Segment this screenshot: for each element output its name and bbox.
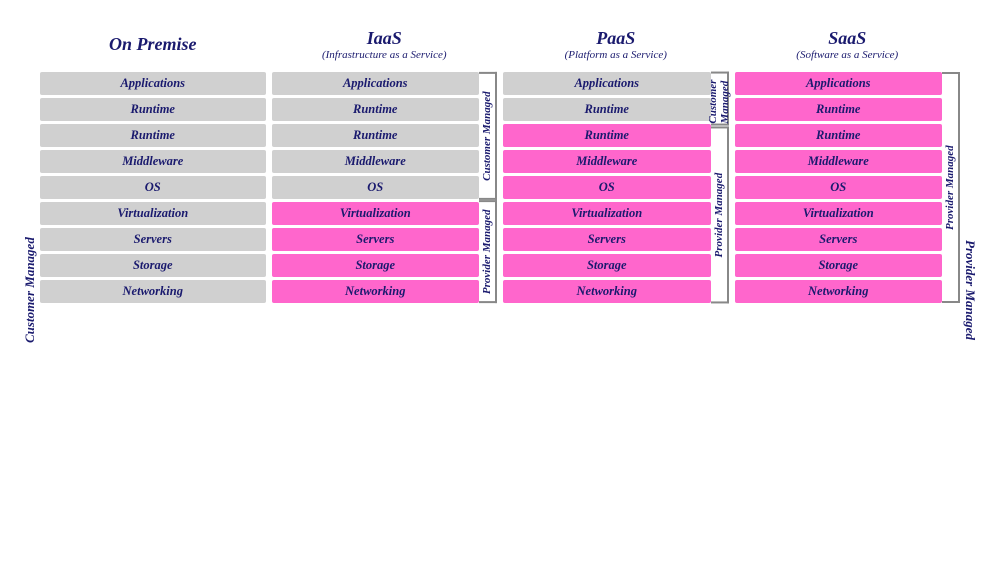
col-title-saas: SaaS — [828, 28, 866, 49]
cell-paas-3: Middleware — [503, 150, 711, 173]
cell-saas-5: Virtualization — [735, 202, 943, 225]
cell-iaas-6: Servers — [272, 228, 480, 251]
cell-iaas-3: Middleware — [272, 150, 480, 173]
cell-paas-7: Storage — [503, 254, 711, 277]
cell-iaas-1: Runtime — [272, 98, 480, 121]
cell-paas-1: Runtime — [503, 98, 711, 121]
col-subtitle-iaas: (Infrastructure as a Service) — [322, 49, 447, 61]
columns-area: On Premise Applications Runtime Runtime Midd… — [40, 22, 960, 558]
stack-iaas: Applications Runtime Runtime Middleware OS Vi… — [272, 72, 480, 303]
cell-on-premise-4: OS — [40, 176, 266, 199]
cell-iaas-0: Applications — [272, 72, 480, 95]
cell-on-premise-5: Virtualization — [40, 202, 266, 225]
cell-iaas-5: Virtualization — [272, 202, 480, 225]
cell-iaas-7: Storage — [272, 254, 480, 277]
left-customer-managed-label: Customer Managed — [20, 22, 40, 558]
col-title-on-premise: On Premise — [109, 34, 197, 55]
column-header-paas: PaaS(Platform as a Service) — [503, 22, 729, 66]
content-area: Customer Managed On Premise Applications R… — [20, 22, 980, 558]
right-provider-managed-label: Provider Managed — [960, 22, 980, 558]
column-wrapper-paas: PaaS(Platform as a Service) Applications R… — [503, 22, 729, 303]
provider-label-iaas: Provider Managed — [479, 200, 497, 303]
cell-on-premise-7: Storage — [40, 254, 266, 277]
cell-on-premise-6: Servers — [40, 228, 266, 251]
cell-paas-4: OS — [503, 176, 711, 199]
column-wrapper-saas: SaaS(Software as a Service) Applications R… — [735, 22, 961, 303]
cell-iaas-2: Runtime — [272, 124, 480, 147]
customer-label-iaas: Customer Managed — [479, 72, 497, 200]
cell-on-premise-2: Runtime — [40, 124, 266, 147]
col-subtitle-paas: (Platform as a Service) — [565, 49, 667, 61]
stack-on-premise: Applications Runtime Runtime Middleware OS Vi… — [40, 72, 266, 303]
cell-paas-6: Servers — [503, 228, 711, 251]
cell-on-premise-1: Runtime — [40, 98, 266, 121]
column-header-saas: SaaS(Software as a Service) — [735, 22, 961, 66]
cell-saas-3: Middleware — [735, 150, 943, 173]
cell-paas-2: Runtime — [503, 124, 711, 147]
cell-saas-6: Servers — [735, 228, 943, 251]
cell-saas-1: Runtime — [735, 98, 943, 121]
cell-saas-4: OS — [735, 176, 943, 199]
cell-on-premise-8: Networking — [40, 280, 266, 303]
cell-on-premise-0: Applications — [40, 72, 266, 95]
col-title-paas: PaaS — [596, 28, 635, 49]
col-title-iaas: IaaS — [367, 28, 402, 49]
column-wrapper-iaas: IaaS(Infrastructure as a Service) Applica… — [272, 22, 498, 303]
column-header-iaas: IaaS(Infrastructure as a Service) — [272, 22, 498, 66]
cell-iaas-4: OS — [272, 176, 480, 199]
cell-iaas-8: Networking — [272, 280, 480, 303]
stack-paas: Applications Runtime Runtime Middleware OS Vi… — [503, 72, 711, 303]
cell-saas-8: Networking — [735, 280, 943, 303]
stack-saas: Applications Runtime Runtime Middleware OS Vi… — [735, 72, 943, 303]
cell-saas-2: Runtime — [735, 124, 943, 147]
col-subtitle-saas: (Software as a Service) — [796, 49, 898, 61]
cell-saas-7: Storage — [735, 254, 943, 277]
cell-paas-0: Applications — [503, 72, 711, 95]
customer-label-paas: Customer Managed — [711, 72, 729, 126]
column-wrapper-on-premise: On Premise Applications Runtime Runtime Midd… — [40, 22, 266, 303]
column-header-on-premise: On Premise — [40, 22, 266, 66]
provider-label-paas: Provider Managed — [711, 126, 729, 303]
cell-paas-8: Networking — [503, 280, 711, 303]
cell-paas-5: Virtualization — [503, 202, 711, 225]
cell-saas-0: Applications — [735, 72, 943, 95]
cell-on-premise-3: Middleware — [40, 150, 266, 173]
provider-label-saas: Provider Managed — [942, 72, 960, 303]
